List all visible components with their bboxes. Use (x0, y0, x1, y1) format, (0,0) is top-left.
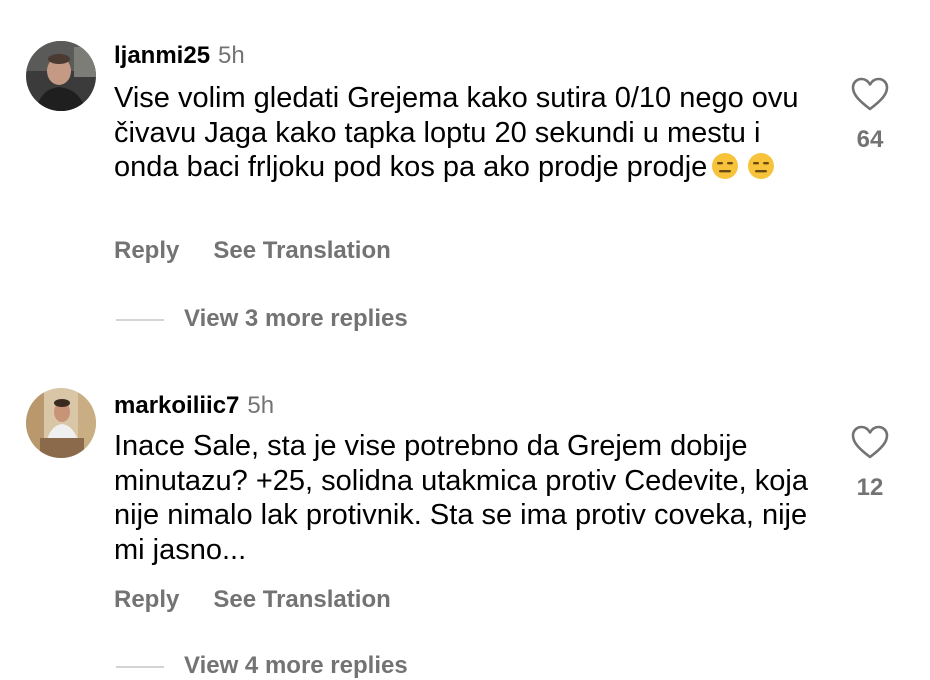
heart-outline-icon[interactable] (850, 76, 890, 112)
username[interactable]: markoiliic7 (114, 392, 239, 419)
like-count: 12 (856, 474, 884, 501)
view-replies-button[interactable]: View 3 more replies (116, 305, 408, 333)
expressionless-face-icon (711, 152, 739, 180)
reply-thread-line (116, 665, 164, 668)
avatar-photo (26, 41, 96, 111)
comment-text: Inace Sale, sta je vise potrebno da Grej… (114, 429, 814, 567)
username[interactable]: ljanmi25 (114, 42, 210, 69)
comment-body: Vise volim gledati Grejema kako sutira 0… (114, 82, 799, 183)
comment-meta: markoiliic7 5h (114, 391, 274, 421)
see-translation-button[interactable]: See Translation (213, 586, 390, 613)
avatar[interactable] (26, 41, 96, 111)
comment-body: Inace Sale, sta je vise potrebno da Grej… (114, 430, 808, 566)
comment-actions: Reply See Translation (114, 237, 391, 265)
reply-button[interactable]: Reply (114, 586, 179, 613)
view-replies-label: View 3 more replies (184, 305, 408, 332)
avatar-photo (26, 388, 96, 458)
expressionless-face-icon (747, 152, 775, 180)
comment-meta: ljanmi25 5h (114, 41, 245, 71)
like-control: 64 (848, 76, 892, 154)
reply-button[interactable]: Reply (114, 237, 179, 264)
like-count: 64 (856, 126, 884, 153)
view-replies-label: View 4 more replies (184, 652, 408, 679)
avatar[interactable] (26, 388, 96, 458)
see-translation-button[interactable]: See Translation (213, 237, 390, 264)
timestamp: 5h (247, 392, 275, 419)
view-replies-button[interactable]: View 4 more replies (116, 652, 408, 680)
comment-text: Vise volim gledati Grejema kako sutira 0… (114, 81, 814, 185)
comment-actions: Reply See Translation (114, 586, 391, 614)
timestamp: 5h (218, 42, 245, 69)
heart-outline-icon[interactable] (850, 424, 890, 460)
like-control: 12 (848, 424, 892, 502)
reply-thread-line (116, 318, 164, 321)
